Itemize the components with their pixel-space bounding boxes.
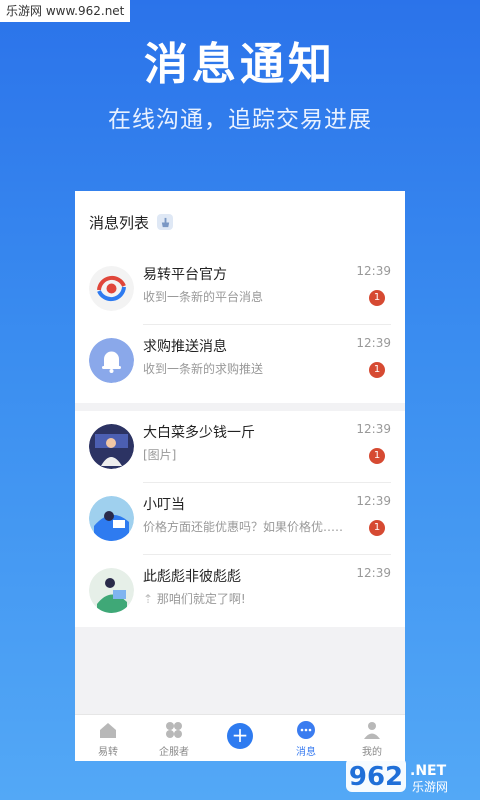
contact-name: 大白菜多少钱一斤 (143, 425, 255, 441)
watermark-site: 乐游网 www.962.net (0, 0, 131, 22)
message-time: 12:39 (356, 566, 391, 580)
list-header: 消息列表 (75, 191, 405, 253)
list-item[interactable]: 小叮当 价格方面还能优惠吗？如果价格优…… 12:39 1 (75, 483, 405, 555)
contact-name: 求购推送消息 (143, 339, 227, 355)
message-time: 12:39 (356, 264, 391, 278)
broom-icon[interactable] (157, 214, 174, 230)
phone-screen: 消息列表 易转平台官方 收到一条新的平台消息 12:39 1 求购推送消息 收到… (75, 191, 405, 761)
unread-badge: 1 (369, 290, 385, 306)
message-preview: ⇡ 那咱们就定了啊! (143, 590, 343, 607)
plus-icon: + (227, 723, 253, 749)
page-title: 消息列表 (89, 213, 150, 232)
unread-badge: 1 (369, 362, 385, 378)
chat-icon (297, 721, 315, 739)
message-preview: [图片] (143, 448, 177, 462)
unread-badge: 1 (369, 448, 385, 464)
tab-publish[interactable]: + (207, 715, 273, 761)
grid-icon (166, 722, 182, 738)
pin-icon: ⇡ (143, 592, 157, 606)
tab-label: 消息 (296, 747, 316, 758)
tab-home[interactable]: 易转 (75, 715, 141, 761)
list-item[interactable]: 大白菜多少钱一斤 [图片] 12:39 1 (75, 411, 405, 483)
watermark-logo-sub: 乐游网 (412, 780, 448, 794)
tab-messages[interactable]: 消息 (273, 715, 339, 761)
watermark-logo-suffix: .NET (410, 763, 447, 779)
list-item[interactable]: 求购推送消息 收到一条新的求购推送 12:39 1 (75, 325, 405, 397)
message-preview: 收到一条新的求购推送 (143, 362, 264, 376)
contact-name: 易转平台官方 (143, 267, 227, 283)
message-time: 12:39 (356, 494, 391, 508)
message-time: 12:39 (356, 336, 391, 350)
home-icon (100, 723, 116, 738)
avatar (89, 424, 134, 469)
tab-services[interactable]: 企服者 (141, 715, 207, 761)
message-preview: 收到一条新的平台消息 (143, 290, 264, 304)
watermark-logo: 962 .NET 乐游网 (346, 756, 474, 796)
system-messages-section: 消息列表 易转平台官方 收到一条新的平台消息 12:39 1 求购推送消息 收到… (75, 191, 405, 403)
tab-label: 易转 (98, 747, 118, 758)
promo-subtitle: 在线沟通，追踪交易进展 (108, 107, 372, 133)
bottom-tab-bar: 易转 企服者 + 消息 我的 (75, 714, 405, 761)
message-preview-text: 那咱们就定了啊! (156, 592, 246, 606)
avatar (89, 568, 134, 613)
list-item[interactable]: 此彪彪非彼彪彪 ⇡ 那咱们就定了啊! 12:39 (75, 555, 405, 627)
contact-name: 小叮当 (143, 497, 185, 513)
user-icon (364, 722, 380, 739)
chat-messages-section: 大白菜多少钱一斤 [图片] 12:39 1 小叮当 价格方面还能优惠吗？如果价格… (75, 411, 405, 627)
platform-logo-avatar (89, 266, 134, 311)
section-gap (75, 403, 405, 411)
unread-badge: 1 (369, 520, 385, 536)
watermark-logo-number: 962 (349, 762, 403, 792)
bell-icon (89, 338, 134, 383)
tab-profile[interactable]: 我的 (339, 715, 405, 761)
contact-name: 此彪彪非彼彪彪 (143, 569, 241, 585)
message-preview: 价格方面还能优惠吗？如果价格优…… (143, 520, 343, 534)
avatar (89, 496, 134, 541)
list-item[interactable]: 易转平台官方 收到一条新的平台消息 12:39 1 (75, 253, 405, 325)
promo-title: 消息通知 (144, 39, 336, 90)
message-time: 12:39 (356, 422, 391, 436)
tab-label: 企服者 (159, 747, 189, 758)
